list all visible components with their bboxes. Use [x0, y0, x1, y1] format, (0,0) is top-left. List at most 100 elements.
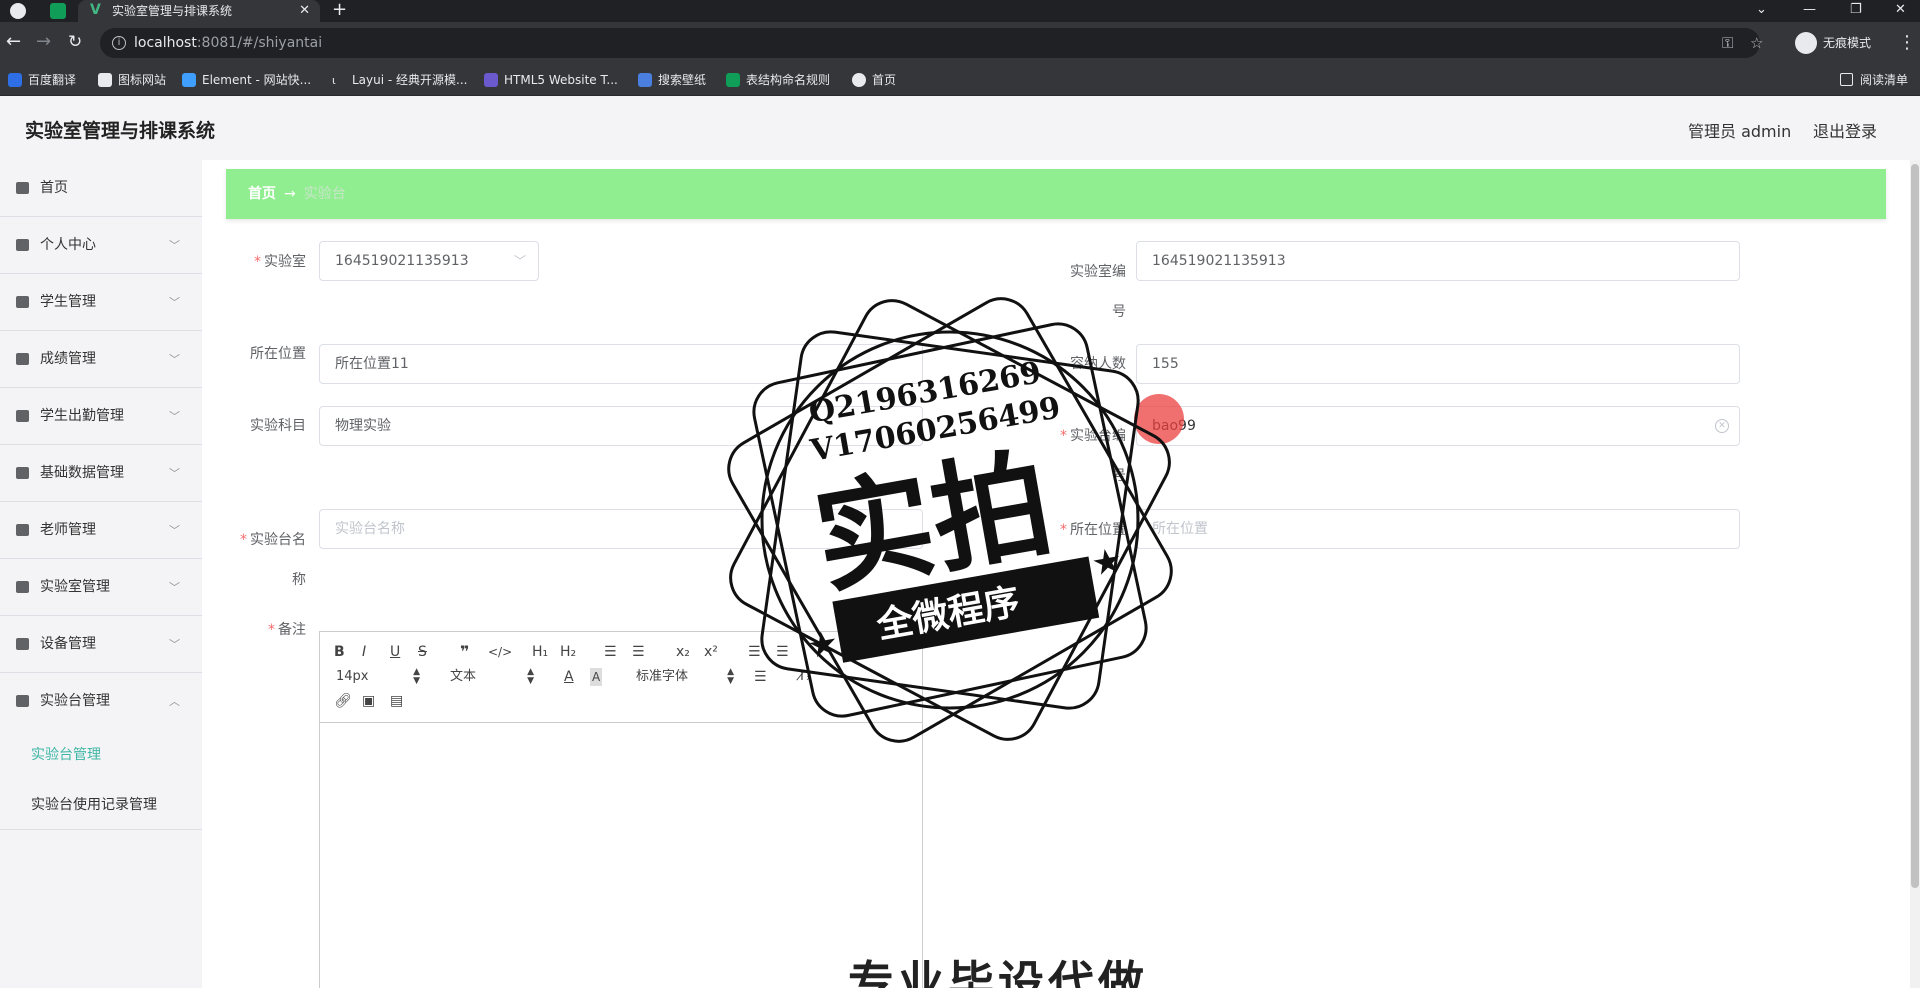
scrollbar-thumb[interactable] — [1911, 164, 1919, 888]
sidebar-subitem-bench-manage[interactable]: 实验台管理 — [0, 730, 202, 780]
url-path: :8081/#/shiyantai — [196, 35, 323, 51]
element-icon — [182, 73, 196, 87]
lab-select[interactable]: 164519021135913 ﹀ — [319, 241, 539, 281]
link-icon[interactable]: 🔗︎ — [334, 692, 352, 710]
outdent-icon[interactable]: ☰ — [748, 643, 761, 661]
device-icon — [16, 638, 29, 650]
bookmark-item[interactable]: 首页 — [852, 72, 896, 88]
sidebar-item-benches[interactable]: 实验台管理 ︿ — [0, 673, 202, 730]
italic-icon[interactable]: I — [362, 643, 366, 661]
main-content: 首页 → 实验台 * 实验室 164519021135913 ﹀ 实验室编号 1645… — [202, 160, 1920, 988]
info-icon[interactable]: i — [112, 36, 126, 50]
bench-no-input[interactable]: bao99 ✕ — [1136, 406, 1740, 446]
star-icon[interactable]: ☆ — [1750, 28, 1763, 58]
image-icon[interactable]: ▣ — [362, 692, 375, 710]
code-icon[interactable]: </> — [488, 643, 512, 661]
bookmark-item[interactable]: 搜索壁纸 — [638, 72, 706, 88]
lab-no-label: 实验室编号 — [1070, 264, 1126, 320]
bench-position-label: * 所在位置 — [1060, 522, 1126, 538]
editor-toolbar: B I U S ❞ </> H₁ H₂ ☰ ☰ x₂ x² ☰ ☰ 14px ▲ ▼… — [320, 632, 922, 723]
bullet-list-icon[interactable]: ☰ — [632, 643, 645, 661]
sidebar-item-attendance[interactable]: 学生出勤管理 ﹀ — [0, 388, 202, 445]
ordered-list-icon[interactable]: ☰ — [604, 643, 617, 661]
bench-name-label: * 实验台名称 — [240, 532, 306, 588]
tab-close-icon[interactable]: ✕ — [299, 0, 310, 22]
chevron-up-icon: ︿ — [169, 695, 180, 708]
bookmark-item[interactable]: 图标网站 — [98, 72, 166, 88]
bookmark-item[interactable]: ι Layui - 经典开源模... — [332, 72, 467, 88]
page-scrollbar[interactable] — [1910, 160, 1920, 988]
reading-list[interactable]: 阅读清单 — [1840, 72, 1908, 88]
subject-input[interactable]: 物理实验 — [319, 406, 923, 446]
bookmark-item[interactable]: 表结构命名规则 — [726, 72, 830, 88]
capacity-input[interactable]: 155 — [1136, 344, 1740, 384]
globe-icon — [852, 73, 866, 87]
reload-icon[interactable]: ↻ — [68, 32, 82, 52]
sidebar-item-devices[interactable]: 设备管理 ﹀ — [0, 616, 202, 673]
blockquote-icon[interactable]: ❞ — [460, 643, 469, 661]
underline-icon[interactable]: U — [390, 643, 400, 661]
breadcrumb-current: 实验台 — [303, 186, 346, 202]
chevron-down-icon: ﹀ — [169, 239, 180, 252]
chevron-down-icon: ﹀ — [169, 353, 180, 366]
bench-name-input[interactable]: 实验台名称 — [319, 509, 923, 549]
h2-icon[interactable]: H₂ — [560, 643, 576, 661]
breadcrumb-home[interactable]: 首页 — [248, 186, 276, 202]
tab-search-icon[interactable]: ⌄ — [1756, 0, 1767, 20]
sidebar-item-scores[interactable]: 成绩管理 ﹀ — [0, 331, 202, 388]
strike-icon[interactable]: S — [418, 643, 427, 661]
align-icon[interactable]: ☰ — [754, 668, 767, 686]
background-color-icon[interactable]: A — [590, 668, 603, 686]
sidebar-item-teachers[interactable]: 老师管理 ﹀ — [0, 502, 202, 559]
block-type-select[interactable]: 文本 ▲ ▼ — [450, 668, 534, 686]
sheet-icon — [726, 73, 740, 87]
bookmark-item[interactable]: 百度翻译 — [8, 72, 76, 88]
remark-editor[interactable]: B I U S ❞ </> H₁ H₂ ☰ ☰ x₂ x² ☰ ☰ 14px ▲ ▼… — [319, 631, 923, 988]
sidebar-item-basic-data[interactable]: 基础数据管理 ﹀ — [0, 445, 202, 502]
restore-icon[interactable]: ❐ — [1850, 0, 1862, 20]
clear-format-icon[interactable]: T̸ₓ — [798, 668, 812, 686]
globe-icon[interactable] — [10, 3, 26, 19]
bookmark-item[interactable]: Element - 网站快... — [182, 72, 311, 88]
forward-icon[interactable]: → — [36, 32, 51, 52]
superscript-icon[interactable]: x² — [704, 643, 718, 661]
chevron-down-icon: ﹀ — [169, 638, 180, 651]
url-input[interactable]: i localhost:8081/#/shiyantai ⚿ ☆ — [100, 28, 1763, 58]
chevron-down-icon: ﹀ — [169, 467, 180, 480]
new-tab-icon[interactable]: + — [332, 0, 347, 20]
chevron-down-icon: ﹀ — [169, 581, 180, 594]
font-color-icon[interactable]: A — [564, 668, 574, 686]
font-family-select[interactable]: 标准字体 ▲ ▼ — [636, 668, 734, 686]
location-input[interactable]: 所在位置11 — [319, 344, 923, 384]
sheet-icon[interactable] — [50, 3, 66, 19]
bench-position-input[interactable]: 所在位置 — [1136, 509, 1740, 549]
html5-icon — [484, 73, 498, 87]
bookmark-item[interactable]: HTML5 Website T... — [484, 72, 618, 88]
admin-label: 管理员 admin — [1688, 122, 1792, 141]
subscript-icon[interactable]: x₂ — [676, 643, 690, 661]
minimize-icon[interactable]: — — [1803, 0, 1816, 20]
sidebar-item-students[interactable]: 学生管理 ﹀ — [0, 274, 202, 331]
sidebar-subitem-bench-usage[interactable]: 实验台使用记录管理 — [0, 780, 202, 830]
bold-icon[interactable]: B — [334, 643, 345, 661]
incognito-badge[interactable]: 无痕模式 — [1795, 31, 1871, 55]
logout-button[interactable]: 退出登录 — [1813, 118, 1877, 142]
browser-menu-icon[interactable]: ⋮ — [1898, 32, 1916, 53]
bookmarks-bar: 百度翻译 图标网站 Element - 网站快... ι Layui - 经典开源… — [0, 64, 1920, 96]
clear-icon[interactable]: ✕ — [1715, 419, 1729, 433]
sidebar-item-home[interactable]: 首页 — [0, 160, 202, 217]
sidebar-item-profile[interactable]: 个人中心 ﹀ — [0, 217, 202, 274]
key-icon[interactable]: ⚿ — [1722, 28, 1733, 58]
indent-icon[interactable]: ☰ — [776, 643, 789, 661]
close-window-icon[interactable]: ✕ — [1895, 0, 1906, 20]
sidebar-item-labs[interactable]: 实验室管理 ﹀ — [0, 559, 202, 616]
lab-no-input[interactable]: 164519021135913 — [1136, 241, 1740, 281]
font-size-select[interactable]: 14px ▲ ▼ — [336, 668, 420, 686]
lab-icon — [16, 581, 29, 593]
video-icon[interactable]: ▤ — [390, 692, 403, 710]
incognito-label: 无痕模式 — [1823, 36, 1872, 50]
student-icon — [16, 296, 29, 308]
back-icon[interactable]: ← — [6, 32, 21, 52]
h1-icon[interactable]: H₁ — [532, 643, 548, 661]
tab-active[interactable]: V 实验室管理与排课系统 ✕ — [78, 0, 320, 22]
